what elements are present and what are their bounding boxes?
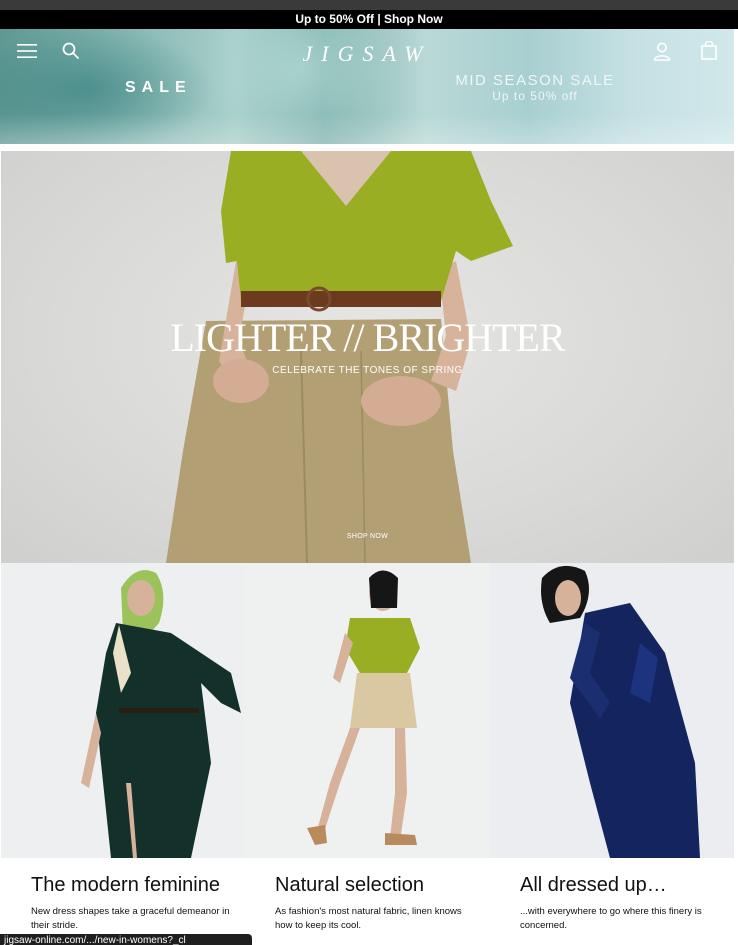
model-dark-dress-image <box>1 563 245 858</box>
card-image-natural-selection[interactable] <box>245 563 490 858</box>
model-linen-image <box>245 563 490 858</box>
mid-season-subtitle: Up to 50% off <box>492 89 578 103</box>
brand-logo[interactable]: JIGSAW <box>0 41 734 67</box>
browser-top-strip <box>0 0 738 10</box>
feature-hero[interactable]: LIGHTER // BRIGHTER CELEBRATE THE TONES … <box>1 151 734 563</box>
divider <box>0 144 738 151</box>
card-natural-selection[interactable]: Natural selection As fashion's most natu… <box>245 858 490 945</box>
card-title[interactable]: The modern feminine <box>31 874 220 897</box>
sale-label: SALE <box>125 79 192 96</box>
shop-now-link[interactable]: SHOP NOW <box>1 533 734 540</box>
mid-season-title: MID SEASON SALE <box>455 72 615 89</box>
sale-banner[interactable]: JIGSAW SALE MID SEASON SALE Up to 50% of… <box>0 29 734 144</box>
card-all-dressed-up[interactable]: All dressed up… ...with everywhere to go… <box>490 858 734 945</box>
account-icon[interactable] <box>653 42 671 61</box>
card-title[interactable]: All dressed up… <box>520 874 667 897</box>
page-edge <box>734 29 738 945</box>
feature-title: LIGHTER // BRIGHTER <box>170 315 565 360</box>
feature-subtitle: CELEBRATE THE TONES OF SPRING <box>272 365 463 376</box>
card-image-all-dressed-up[interactable] <box>490 563 734 858</box>
card-title[interactable]: Natural selection <box>275 874 424 897</box>
model-navy-dress-image <box>490 563 734 858</box>
link-preview-status: jigsaw-online.com/.../new-in-womens?_cl <box>0 934 252 945</box>
card-description: New dress shapes take a graceful demeano… <box>31 906 230 931</box>
card-image-modern-feminine[interactable] <box>1 563 245 858</box>
card-modern-feminine[interactable]: The modern feminine New dress shapes tak… <box>1 858 245 945</box>
card-description: ...with everywhere to go where this fine… <box>520 906 702 931</box>
bag-icon[interactable] <box>701 41 717 60</box>
card-description: As fashion's most natural fabric, linen … <box>275 906 462 931</box>
announcement-bar[interactable]: Up to 50% Off | Shop Now <box>0 10 738 29</box>
